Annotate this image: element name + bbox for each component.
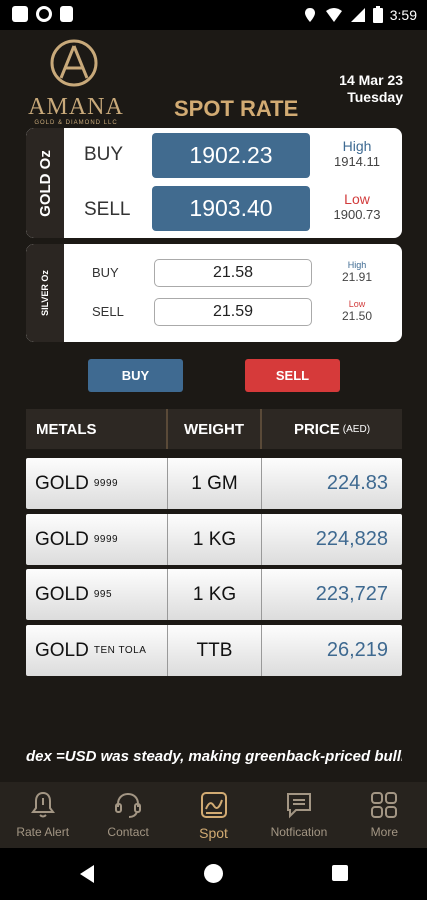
amana-logo-icon: [50, 39, 98, 87]
brand-logo: AMANA GOLD & DIAMOND LLC: [24, 38, 126, 126]
gold-high-label: High: [342, 138, 372, 154]
price-column-header: PRICE (AED): [262, 409, 402, 449]
weight-column-header: WEIGHT: [168, 409, 262, 449]
silver-spot-card: SILVER Oz BUY 21.58 SELL 21.59 High 21.9…: [26, 244, 402, 342]
metal-purity: TEN TOLA: [93, 645, 147, 656]
location-icon: [304, 7, 315, 22]
gold-low-value: 1900.73: [333, 207, 381, 222]
wifi-icon: [325, 7, 342, 22]
table-row: GOLD TEN TOLA TTB 26,219: [26, 625, 402, 676]
silver-high: High 21.91: [334, 260, 380, 284]
silver-label-text: SILVER Oz: [40, 270, 50, 316]
day-text: Tuesday: [347, 89, 403, 105]
bottom-tab-bar: Rate Alert Contact Spot Notfication More: [0, 782, 427, 848]
silver-high-value: 21.91: [341, 270, 373, 284]
bell-icon: [30, 791, 55, 818]
tab-contact-label: Contact: [107, 825, 149, 839]
signal-icon: [350, 7, 365, 22]
metal-name: GOLD: [35, 528, 89, 550]
price-cell: 223,727: [315, 583, 388, 605]
gold-high: High 1914.11: [326, 138, 388, 169]
weight-cell: 1 KG: [168, 569, 262, 620]
tab-more[interactable]: More: [342, 782, 427, 848]
tab-spot-label: Spot: [199, 825, 228, 841]
silver-low: Low 21.50: [334, 299, 380, 323]
price-cell: 224.83: [326, 472, 388, 494]
weight-cell: 1 GM: [168, 458, 262, 509]
table-row: GOLD 995 1 KG 223,727: [26, 569, 402, 620]
tab-more-label: More: [370, 825, 398, 839]
metals-column-header: METALS: [26, 409, 168, 449]
silver-high-label: High: [347, 260, 367, 270]
metal-cell: GOLD TEN TOLA: [26, 625, 168, 676]
gold-high-value: 1914.11: [333, 154, 381, 169]
metal-cell: GOLD 9999: [26, 458, 168, 509]
tab-rate-alert[interactable]: Rate Alert: [0, 782, 85, 848]
gold-low: Low 1900.73: [326, 191, 388, 222]
app-notification-icon: [12, 6, 28, 22]
back-icon[interactable]: [78, 864, 96, 884]
metal-purity: 9999: [93, 478, 119, 489]
silver-sell-price: 21.59: [154, 298, 312, 326]
brand-tagline: GOLD & DIAMOND LLC: [34, 120, 118, 126]
gold-low-label: Low: [344, 191, 370, 207]
current-date: 14 Mar 23 Tuesday: [339, 72, 403, 106]
tab-notification[interactable]: Notfication: [256, 782, 341, 848]
silver-buy-price: 21.58: [154, 259, 312, 287]
app-screen: AMANA GOLD & DIAMOND LLC SPOT RATE 14 Ma…: [0, 30, 427, 782]
tab-notification-label: Notfication: [270, 825, 328, 839]
tab-spot[interactable]: Spot: [171, 782, 256, 848]
chart-icon: [200, 792, 227, 818]
metal-cell: GOLD 9999: [26, 514, 168, 565]
metal-purity: 9999: [93, 534, 119, 545]
metal-name: GOLD: [35, 639, 89, 661]
price-header-label: PRICE: [293, 420, 340, 438]
home-icon[interactable]: [204, 864, 223, 883]
status-time: 3:59: [389, 6, 417, 23]
system-nav-bar: [0, 848, 427, 900]
gold-sell-label: SELL: [84, 199, 131, 220]
gold-buy-label: BUY: [84, 144, 124, 165]
silver-buy-label: BUY: [92, 265, 119, 280]
status-left-icons: [12, 6, 73, 22]
buy-button[interactable]: BUY: [88, 359, 183, 392]
sell-button[interactable]: SELL: [245, 359, 340, 392]
tab-contact[interactable]: Contact: [85, 782, 170, 848]
price-cell: 224,828: [315, 528, 388, 550]
silver-side-label: SILVER Oz: [26, 244, 64, 342]
metal-name: GOLD: [35, 583, 89, 605]
page-title: SPOT RATE: [174, 96, 299, 121]
recent-apps-icon[interactable]: [332, 865, 348, 881]
sync-icon: [36, 6, 52, 22]
gold-sell-price: 1903.40: [152, 186, 310, 231]
status-right: 3:59: [302, 6, 417, 23]
date-text: 14 Mar 23: [339, 72, 403, 88]
tab-rate-alert-label: Rate Alert: [16, 825, 70, 839]
price-cell: 26,219: [326, 639, 388, 661]
battery-icon: [372, 6, 383, 23]
weight-cell: TTB: [168, 625, 262, 676]
status-bar: 3:59: [0, 0, 427, 30]
silver-low-value: 21.50: [341, 309, 373, 323]
brand-name: AMANA: [28, 94, 124, 120]
message-icon: [286, 793, 311, 819]
gold-side-label: GOLD Oz: [26, 128, 64, 238]
table-row: GOLD 9999 1 GM 224.83: [26, 458, 402, 509]
gold-label-text: GOLD Oz: [36, 149, 54, 217]
metal-purity: 995: [93, 589, 113, 600]
silver-low-label: Low: [348, 299, 366, 309]
silver-sell-label: SELL: [92, 304, 124, 319]
gold-buy-price: 1902.23: [152, 133, 310, 178]
sim-icon: [60, 6, 73, 22]
metal-name: GOLD: [35, 472, 89, 494]
table-row: GOLD 9999 1 KG 224,828: [26, 514, 402, 565]
metal-cell: GOLD 995: [26, 569, 168, 620]
weight-cell: 1 KG: [168, 514, 262, 565]
grid-icon: [371, 792, 398, 818]
news-ticker: dex =USD was steady, making greenback-pr…: [26, 748, 402, 765]
headset-icon: [115, 792, 142, 818]
gold-spot-card: GOLD Oz BUY 1902.23 SELL 1903.40 High 19…: [26, 128, 402, 238]
price-table-header: METALS WEIGHT PRICE (AED): [26, 409, 402, 449]
price-header-unit: (AED): [342, 423, 371, 435]
